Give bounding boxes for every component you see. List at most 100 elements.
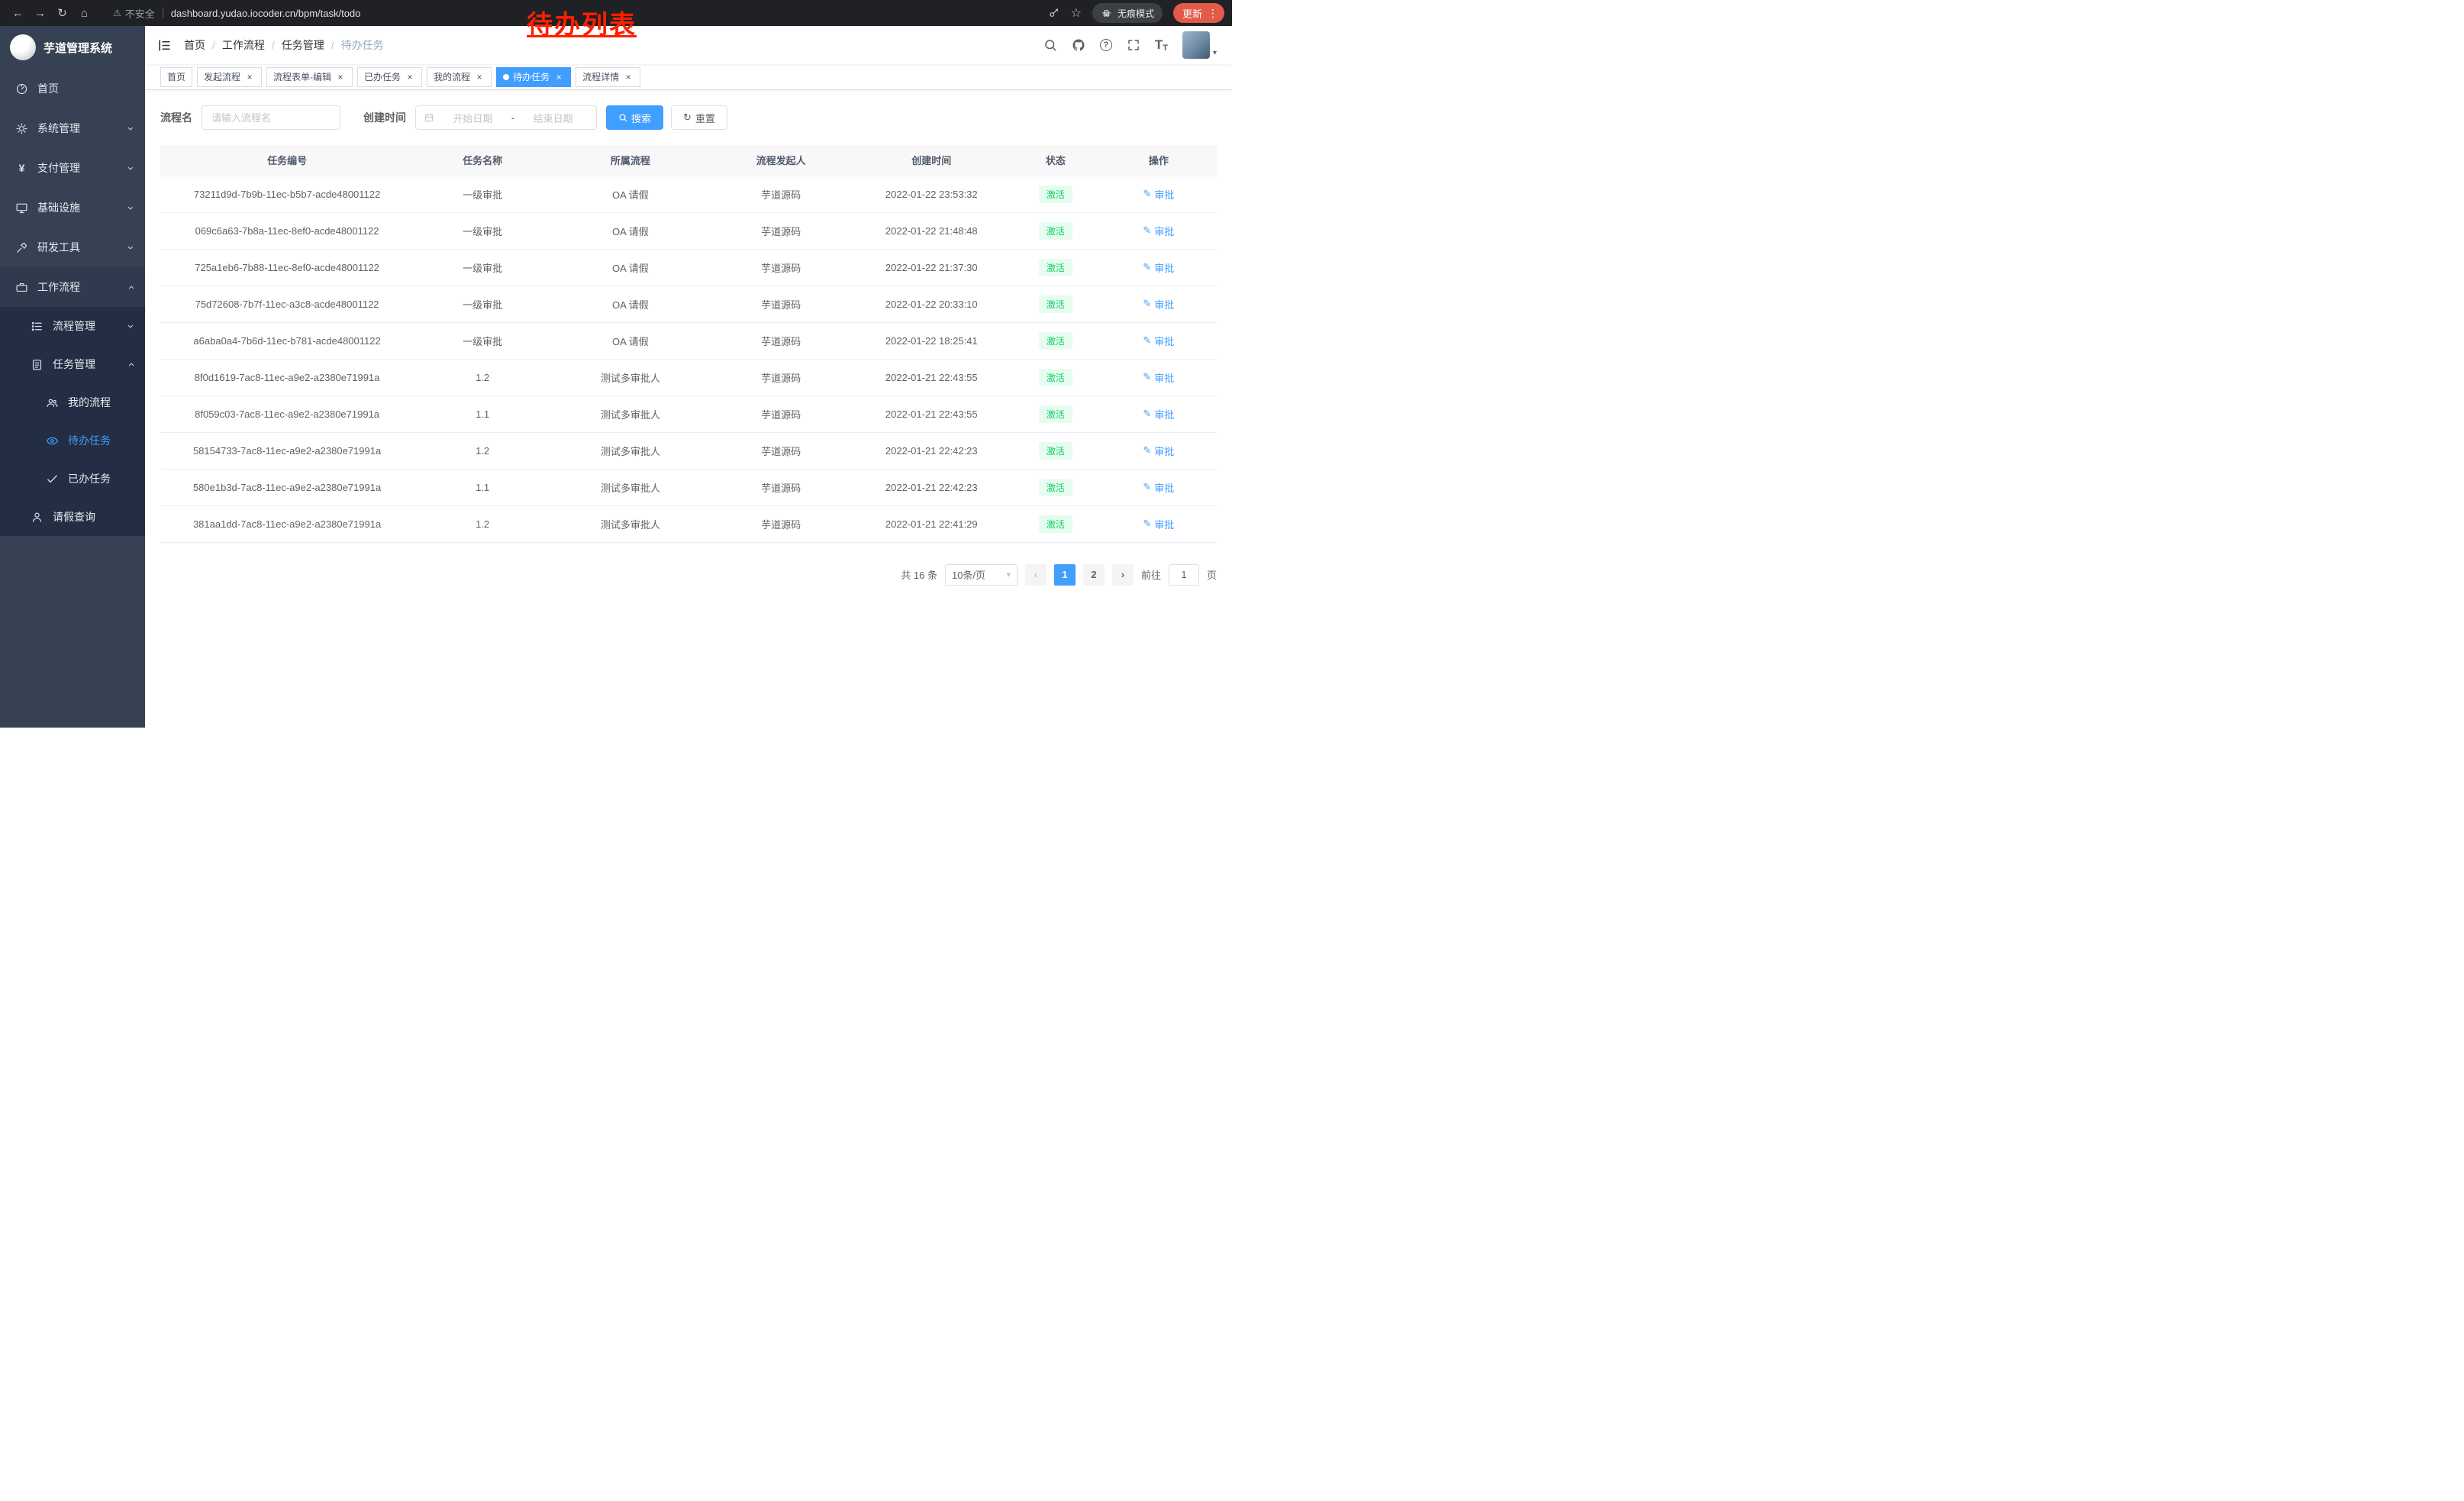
page-size-select[interactable]: 10条/页 ▾: [945, 564, 1018, 586]
tab-start-process[interactable]: 发起流程×: [197, 67, 262, 87]
sidebar-item-label: 任务管理: [53, 357, 129, 372]
sidebar-item-label: 研发工具: [37, 240, 129, 255]
close-icon[interactable]: ×: [553, 72, 564, 82]
sidebar-item-payment[interactable]: ¥ 支付管理 ›: [0, 148, 145, 188]
approve-link[interactable]: ✎审批: [1143, 224, 1174, 238]
approve-link[interactable]: ✎审批: [1143, 480, 1174, 495]
star-icon[interactable]: ☆: [1071, 5, 1082, 21]
approve-link-label: 审批: [1154, 297, 1174, 311]
goto-suffix: 页: [1207, 567, 1217, 582]
fullscreen-icon[interactable]: [1127, 38, 1140, 52]
search-icon[interactable]: [1043, 38, 1057, 52]
github-icon[interactable]: [1072, 38, 1085, 52]
kebab-menu-icon[interactable]: ⋮: [1208, 7, 1218, 20]
page-button-1[interactable]: 1: [1054, 564, 1076, 586]
forward-button[interactable]: →: [30, 3, 50, 24]
tab-my-process[interactable]: 我的流程×: [427, 67, 492, 87]
breadcrumb-item[interactable]: 工作流程: [222, 37, 265, 53]
col-actions: 操作: [1101, 145, 1217, 176]
col-task-id: 任务编号: [160, 145, 414, 176]
cell-process: OA 请假: [551, 249, 710, 286]
tab-label: 已办任务: [364, 70, 401, 83]
back-button[interactable]: ←: [8, 3, 28, 24]
address-bar[interactable]: ⚠ 不安全 dashboard.yudao.iocoder.cn/bpm/tas…: [104, 3, 1039, 24]
cell-task-id: 069c6a63-7b8a-11ec-8ef0-acde48001122: [160, 212, 414, 249]
cell-process: 测试多审批人: [551, 505, 710, 542]
sidebar-fold-icon[interactable]: [157, 38, 172, 53]
user-menu[interactable]: ▾: [1182, 31, 1217, 59]
main-area: 首页 / 工作流程 / 任务管理 / 待办任务 ?: [145, 26, 1232, 750]
tab-process-form-edit[interactable]: 流程表单-编辑×: [266, 67, 353, 87]
reload-button[interactable]: ↻: [52, 3, 73, 24]
monitor-icon: [15, 202, 28, 215]
cell-task-name: 1.2: [414, 432, 551, 469]
approve-link[interactable]: ✎审批: [1143, 187, 1174, 202]
avatar[interactable]: [1182, 31, 1210, 59]
tab-process-detail[interactable]: 流程详情×: [576, 67, 640, 87]
approve-link[interactable]: ✎审批: [1143, 407, 1174, 421]
approve-link[interactable]: ✎审批: [1143, 370, 1174, 385]
goto-page-input[interactable]: [1169, 564, 1199, 586]
update-button[interactable]: 更新 ⋮: [1173, 3, 1224, 23]
navbar: 首页 / 工作流程 / 任务管理 / 待办任务 ?: [145, 26, 1232, 64]
briefcase-icon: [15, 281, 28, 294]
prev-page-button[interactable]: ‹: [1025, 564, 1047, 586]
sidebar-item-todo-task[interactable]: 待办任务: [0, 421, 145, 460]
sidebar-item-leave-query[interactable]: 请假查询: [0, 498, 145, 536]
breadcrumb-item[interactable]: 任务管理: [282, 37, 324, 53]
sidebar-item-workflow[interactable]: 工作流程 ›: [0, 267, 145, 307]
next-page-button[interactable]: ›: [1112, 564, 1134, 586]
active-dot: [503, 74, 509, 80]
sidebar-item-task-mgmt[interactable]: 任务管理 ›: [0, 345, 145, 383]
close-icon[interactable]: ×: [244, 72, 255, 82]
sidebar-item-process-mgmt[interactable]: 流程管理 ›: [0, 307, 145, 345]
font-size-icon[interactable]: TT: [1155, 37, 1168, 53]
sidebar-submenu-workflow: 流程管理 › 任务管理 › 我的流程 待办任务: [0, 307, 145, 536]
warning-icon: ⚠: [113, 8, 121, 18]
cell-process: OA 请假: [551, 322, 710, 359]
cell-starter: 芋道源码: [710, 395, 853, 432]
table-row: 8f0d1619-7ac8-11ec-a9e2-a2380e71991a 1.2…: [160, 359, 1217, 395]
approve-link-label: 审批: [1154, 517, 1174, 531]
table-row: 580e1b3d-7ac8-11ec-a9e2-a2380e71991a 1.1…: [160, 469, 1217, 505]
sidebar-item-done-task[interactable]: 已办任务: [0, 460, 145, 498]
reset-button[interactable]: ↻ 重置: [671, 105, 727, 130]
table-row: 75d72608-7b7f-11ec-a3c8-acde48001122 一级审…: [160, 286, 1217, 322]
close-icon[interactable]: ×: [623, 72, 634, 82]
close-icon[interactable]: ×: [335, 72, 346, 82]
breadcrumb-item[interactable]: 首页: [184, 37, 205, 53]
approve-link[interactable]: ✎审批: [1143, 297, 1174, 311]
key-icon[interactable]: [1048, 7, 1060, 19]
caret-down-icon: ▾: [1213, 49, 1217, 59]
approve-link[interactable]: ✎审批: [1143, 334, 1174, 348]
cell-process: 测试多审批人: [551, 359, 710, 395]
sidebar-item-devtools[interactable]: 研发工具 ›: [0, 228, 145, 267]
home-button[interactable]: ⌂: [74, 3, 95, 24]
approve-link[interactable]: ✎审批: [1143, 517, 1174, 531]
cell-task-id: 8f0d1619-7ac8-11ec-a9e2-a2380e71991a: [160, 359, 414, 395]
approve-link-label: 审批: [1154, 187, 1174, 202]
status-badge: 激活: [1039, 405, 1072, 423]
sidebar-item-my-process[interactable]: 我的流程: [0, 383, 145, 421]
cell-create-time: 2022-01-21 22:43:55: [852, 359, 1011, 395]
search-button[interactable]: 搜索: [606, 105, 663, 130]
process-name-input[interactable]: [202, 105, 340, 130]
tab-todo-task[interactable]: 待办任务×: [496, 67, 571, 87]
table-header-row: 任务编号 任务名称 所属流程 流程发起人 创建时间 状态 操作: [160, 145, 1217, 176]
close-icon[interactable]: ×: [405, 72, 415, 82]
tab-home[interactable]: 首页: [160, 67, 192, 87]
approve-link[interactable]: ✎审批: [1143, 444, 1174, 458]
date-range-picker[interactable]: 开始日期 - 结束日期: [415, 105, 597, 130]
sidebar-item-system[interactable]: 系统管理 ›: [0, 108, 145, 148]
page-button-2[interactable]: 2: [1083, 564, 1105, 586]
sidebar-item-infra[interactable]: 基础设施 ›: [0, 188, 145, 228]
cell-starter: 芋道源码: [710, 505, 853, 542]
close-icon[interactable]: ×: [474, 72, 485, 82]
task-table: 任务编号 任务名称 所属流程 流程发起人 创建时间 状态 操作 73211d9d…: [160, 145, 1217, 543]
approve-link[interactable]: ✎审批: [1143, 260, 1174, 275]
screen: ← → ↻ ⌂ ⚠ 不安全 dashboard.yudao.iocoder.cn…: [0, 0, 1232, 750]
sidebar-item-home[interactable]: 首页: [0, 69, 145, 108]
approve-link-label: 审批: [1154, 407, 1174, 421]
help-icon[interactable]: ?: [1100, 39, 1112, 51]
tab-done-task[interactable]: 已办任务 ×: [357, 67, 422, 87]
